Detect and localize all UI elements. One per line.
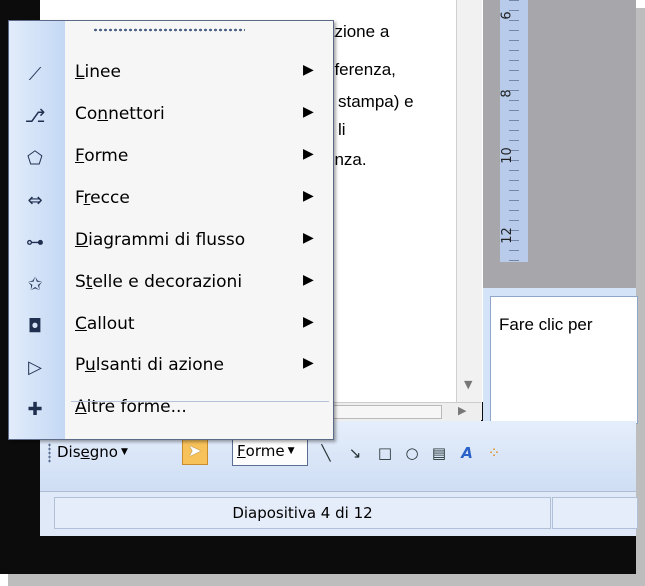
toolbar-grip[interactable] [48,443,51,463]
oval-tool-icon[interactable]: ○ [402,443,422,463]
textbox-tool-icon[interactable]: ▤ [429,443,449,463]
menu-item[interactable]: ◘ Callout ▶ [9,305,333,347]
menu-item[interactable]: ✚ Altre forme... [9,388,333,430]
cursor-arrow-icon: ➤ [188,441,202,460]
scrollbar-thumb[interactable] [330,405,442,419]
submenu-arrow-icon: ▶ [303,230,314,246]
block-arrows-icon: ⇔ [27,190,43,211]
scroll-right-icon[interactable]: ▶ [458,404,466,417]
arrow-tool-icon[interactable]: ↘ [345,443,365,463]
menu-item-label: Frecce [75,188,130,208]
status-cell [552,497,638,529]
slide-text-line: azione a [325,22,390,41]
submenu-arrow-icon: ▶ [303,62,314,78]
submenu-arrow-icon: ▶ [303,188,314,204]
menu-item-label: Callout [75,314,135,334]
wordart-tool-icon[interactable]: A [457,443,477,463]
more-shapes-icon: ✚ [27,399,43,420]
menu-item[interactable]: ⬠ Forme ▶ [9,137,333,179]
menu-item-label: Connettori [75,104,165,124]
shapes-menu-button[interactable]: Forme ▼ [232,438,308,466]
draw-menu-button[interactable]: Dis e gno ▼ [57,440,128,464]
line-tool-icon[interactable]: ╲ [316,443,336,463]
notes-text: Fare clic per [499,315,593,334]
submenu-arrow-icon: ▶ [303,146,314,162]
window-shadow-bottom [8,574,645,586]
draw-label-mnemonic: e [80,443,90,461]
scroll-down-icon[interactable]: ▼ [464,378,472,391]
stars-banners-icon: ✩ [27,274,43,295]
menu-item-label: Linee [75,62,121,82]
flowchart-icon: ⊶ [26,232,44,253]
action-buttons-icon: ▷ [28,357,42,378]
submenu-arrow-icon: ▶ [303,272,314,288]
diagram-tool-icon[interactable]: ⁘ [484,443,504,463]
status-bar: Diapositiva 4 di 12 [40,491,638,536]
slide-text-line: stampa) e [338,92,414,111]
shapes-label: Forme ▼ [237,439,294,463]
slide-counter: Diapositiva 4 di 12 [54,497,551,529]
menu-item[interactable]: ✩ Stelle e decorazioni ▶ [9,263,333,305]
ruler-number: 6 [499,11,515,20]
menu-drag-handle[interactable] [93,28,245,32]
submenu-arrow-icon: ▶ [303,104,314,120]
slide-text-line: li [338,120,346,139]
draw-label-part: gno [89,443,118,461]
menu-item-label: Stelle e decorazioni [75,272,243,292]
menu-item-label: Pulsanti di azione [75,355,224,375]
menu-item-label: Diagrammi di flusso [75,230,246,250]
rectangle-tool-icon[interactable]: □ [375,443,395,463]
menu-item[interactable]: ⇔ Frecce ▶ [9,179,333,221]
slide-text-line: nferenza, [325,60,396,79]
menu-item[interactable]: ⟋ Linee ▶ [9,53,333,95]
ruler-number: 12 [499,227,515,244]
ruler-number: 8 [499,89,515,98]
draw-label-part: Dis [57,443,81,461]
submenu-arrow-icon: ▶ [303,355,314,371]
select-objects-button[interactable]: ➤ [182,439,208,465]
lines-icon: ⟋ [28,64,42,85]
basic-shapes-icon: ⬠ [27,148,43,169]
shapes-label-mnemonic: F [237,442,246,460]
menu-item[interactable]: ▷ Pulsanti di azione ▶ [9,346,333,388]
dropdown-arrow-icon: ▼ [287,446,295,456]
menu-item[interactable]: ⎇ Connettori ▶ [9,95,333,137]
submenu-arrow-icon: ▶ [303,314,314,330]
menu-item-label: Forme [75,146,129,166]
notes-textbox[interactable]: Fare clic per [490,296,638,424]
shapes-dropdown-menu: ⟋ Linee ▶ ⎇ Connettori ▶ ⬠ Forme ▶ ⇔ Frecce ▶ ⊶ Diagr… [8,20,334,440]
menu-item[interactable]: ⊶ Diagrammi di flusso ▶ [9,221,333,263]
connectors-icon: ⎇ [24,106,46,127]
shapes-label-part: orme [245,442,285,460]
vertical-scrollbar[interactable]: ▼ [456,0,482,420]
vertical-ruler: 6 8 10 12 [500,0,528,262]
menu-item-label: Altre forme... [75,397,187,417]
ruler-number: 10 [499,147,515,164]
menu-separator [71,401,329,402]
dropdown-arrow-icon: ▼ [121,447,128,457]
callouts-icon: ◘ [27,316,43,337]
ruler-ticks [509,0,519,262]
